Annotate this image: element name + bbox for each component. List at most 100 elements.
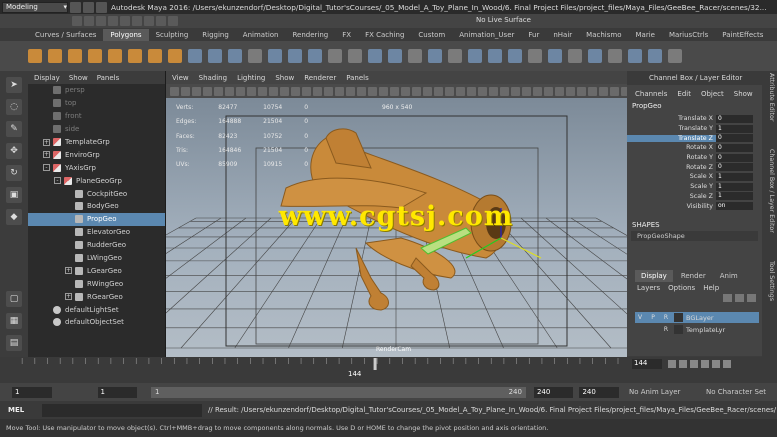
backface-icon[interactable]: [456, 86, 465, 96]
outliner-item[interactable]: LWingGeo: [28, 252, 165, 265]
channel-attr-row[interactable]: Translate X0: [627, 114, 762, 124]
layer-color-swatch[interactable]: [674, 313, 683, 322]
xray-icon[interactable]: [412, 86, 421, 96]
layer-row[interactable]: V P R BGLayer: [635, 312, 759, 323]
channel-attr-label[interactable]: Rotate Z: [627, 164, 716, 171]
layer-tab[interactable]: Render: [675, 270, 712, 282]
grid-toggle-icon[interactable]: [214, 86, 223, 96]
channel-attr-label[interactable]: Translate Y: [627, 125, 716, 132]
channel-attr-label[interactable]: Scale Z: [627, 193, 716, 200]
layer-flag-r[interactable]: R: [661, 325, 671, 335]
snap-grid-icon[interactable]: [108, 16, 118, 26]
layer-name[interactable]: BGLayer: [686, 314, 714, 322]
channel-attr-row[interactable]: Rotate Z0: [627, 162, 762, 172]
outliner-item[interactable]: top: [28, 97, 165, 110]
sew-uv-icon[interactable]: [548, 49, 562, 63]
wireframe-on-shaded-icon[interactable]: [445, 86, 454, 96]
lasso-tool-icon[interactable]: ◌: [6, 99, 22, 115]
channel-box-menu-item[interactable]: Show: [734, 90, 753, 98]
render-icon[interactable]: [156, 16, 166, 26]
channel-attr-value[interactable]: on: [716, 202, 753, 211]
layer-flag-v[interactable]: [635, 325, 645, 335]
field-chart-icon[interactable]: [258, 86, 267, 96]
outliner-menu-item[interactable]: Display: [34, 74, 60, 82]
layer-flag-p[interactable]: P: [648, 313, 658, 323]
gamma-icon[interactable]: [467, 86, 476, 96]
outliner-item[interactable]: RudderGeo: [28, 239, 165, 252]
channel-attr-label[interactable]: Rotate Y: [627, 154, 716, 161]
outliner-item[interactable]: + TemplateGrp: [28, 136, 165, 149]
poly-torus-icon[interactable]: [108, 49, 122, 63]
viewport-menu-item[interactable]: Lighting: [237, 74, 265, 82]
step-forward-icon[interactable]: [712, 360, 720, 368]
layout-four-icon[interactable]: ▦: [6, 313, 22, 329]
layout-uv-icon[interactable]: [608, 49, 622, 63]
separate-icon[interactable]: [208, 49, 222, 63]
history-icon[interactable]: [144, 16, 154, 26]
camera-lock-icon[interactable]: [511, 86, 520, 96]
layout-single-icon[interactable]: ▢: [6, 291, 22, 307]
shelf-tab[interactable]: PaintEffects: [715, 29, 770, 41]
outliner-menu-item[interactable]: Show: [69, 74, 88, 82]
layer-tab[interactable]: Display: [635, 270, 673, 282]
channel-attr-row[interactable]: Rotate Y0: [627, 153, 762, 163]
shelf-tab[interactable]: Fur: [521, 29, 546, 41]
shelf-tab[interactable]: FX Caching: [358, 29, 411, 41]
expand-icon[interactable]: +: [43, 138, 50, 146]
smooth-shade-icon[interactable]: [302, 86, 311, 96]
shelf-tab[interactable]: MariusCtrls: [662, 29, 715, 41]
vertical-tab[interactable]: Tool Settings: [764, 261, 775, 301]
playback-start-field[interactable]: 1: [97, 386, 137, 398]
frame-all-icon[interactable]: [522, 86, 531, 96]
cylindrical-map-icon[interactable]: [488, 49, 502, 63]
pan-zoom-icon[interactable]: [599, 86, 608, 96]
layer-menu-item[interactable]: Options: [668, 284, 695, 292]
shelf-tab[interactable]: Curves / Surfaces: [28, 29, 103, 41]
auto-map-icon[interactable]: [528, 49, 542, 63]
soften-edge-icon[interactable]: [628, 49, 642, 63]
channel-attr-row[interactable]: Translate Y1: [627, 124, 762, 134]
go-start-icon[interactable]: [668, 360, 676, 368]
layer-menu-item[interactable]: Help: [703, 284, 719, 292]
layer-name[interactable]: TemplateLyr: [686, 326, 725, 334]
snap-curve-icon[interactable]: [120, 16, 130, 26]
poly-platonic-icon[interactable]: [168, 49, 182, 63]
frame-selected-icon[interactable]: [533, 86, 542, 96]
move-tool-icon[interactable]: ✥: [6, 143, 22, 159]
poly-sphere-icon[interactable]: [28, 49, 42, 63]
spherical-map-icon[interactable]: [508, 49, 522, 63]
live-surface-label[interactable]: No Live Surface: [476, 16, 536, 26]
safe-action-icon[interactable]: [269, 86, 278, 96]
vertical-tab[interactable]: Attribute Editor: [764, 73, 775, 121]
color-mgmt-icon[interactable]: [489, 86, 498, 96]
channel-attr-value[interactable]: 1: [716, 182, 753, 191]
channel-attr-row[interactable]: Scale Y1: [627, 182, 762, 192]
layer-flag-r[interactable]: R: [661, 313, 671, 323]
mirror-icon[interactable]: [428, 49, 442, 63]
unfold-icon[interactable]: [588, 49, 602, 63]
new-scene-icon[interactable]: [70, 1, 81, 13]
quad-draw-icon[interactable]: [588, 86, 597, 96]
lights-icon[interactable]: [335, 86, 344, 96]
planar-map-icon[interactable]: [468, 49, 482, 63]
depth-of-field-icon[interactable]: [390, 86, 399, 96]
outliner-item[interactable]: + EnviroGrp: [28, 148, 165, 161]
tear-off-icon[interactable]: [610, 86, 619, 96]
outliner-menu-item[interactable]: Panels: [97, 74, 120, 82]
mode-selector[interactable]: Modeling ▾: [2, 1, 68, 13]
isolate-select-icon[interactable]: [401, 86, 410, 96]
anim-start-field[interactable]: 1: [12, 386, 52, 398]
subdiv-preview-icon[interactable]: [566, 86, 575, 96]
channel-attr-value[interactable]: 0: [716, 134, 753, 143]
channel-attr-value[interactable]: 1: [716, 192, 753, 201]
step-back-icon[interactable]: [679, 360, 687, 368]
channel-attr-label[interactable]: Scale Y: [627, 183, 716, 190]
layout-outliner-icon[interactable]: ▤: [6, 335, 22, 351]
viewport-menu-item[interactable]: Renderer: [304, 74, 336, 82]
harden-edge-icon[interactable]: [648, 49, 662, 63]
select-camera-icon[interactable]: [170, 86, 179, 96]
viewport-menu-item[interactable]: Shading: [199, 74, 227, 82]
poly-disc-icon[interactable]: [148, 49, 162, 63]
channel-attr-value[interactable]: 0: [716, 143, 753, 152]
play-forward-icon[interactable]: [701, 360, 709, 368]
